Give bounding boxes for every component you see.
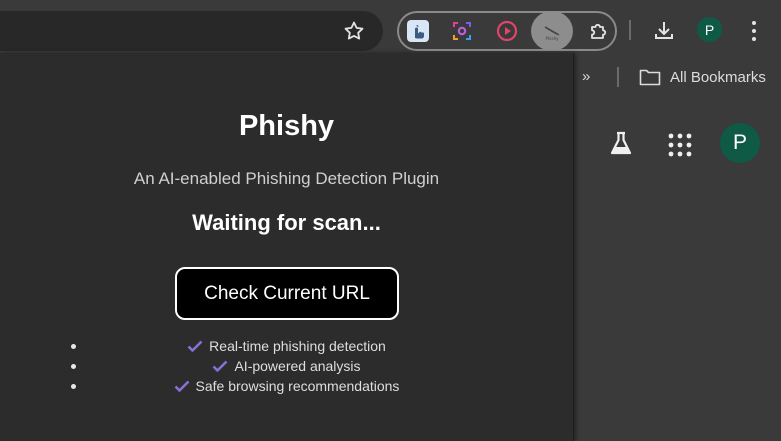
scan-status: Waiting for scan... — [192, 210, 381, 235]
bullet-icon — [71, 344, 76, 349]
google-apps-icon[interactable] — [668, 133, 692, 157]
list-item: Safe browsing recommendations — [0, 376, 573, 396]
profile-avatar[interactable]: P — [697, 17, 722, 42]
feature-list: Real-time phishing detection AI-powered … — [0, 336, 573, 396]
bullet-icon — [71, 384, 76, 389]
all-bookmarks-link[interactable]: All Bookmarks — [670, 69, 766, 86]
more-menu-icon[interactable] — [748, 20, 760, 42]
feature-label: Real-time phishing detection — [209, 338, 386, 354]
download-icon[interactable] — [651, 17, 677, 43]
checkmark-icon — [187, 340, 203, 352]
checkmark-icon — [213, 360, 228, 372]
color-picker-extension-icon[interactable] — [449, 18, 475, 44]
popup-subtitle: An AI-enabled Phishing Detection Plugin — [133, 169, 440, 188]
address-bar[interactable] — [0, 11, 383, 51]
browser-toolbar: Phishy P — [0, 0, 781, 57]
checkmark-icon — [174, 380, 189, 392]
bookmarks-separator — [617, 67, 619, 87]
bullet-icon — [71, 364, 76, 369]
bookmarks-overflow-button[interactable]: » — [582, 68, 590, 85]
popup-title: Phishy — [238, 110, 335, 142]
labs-flask-icon[interactable] — [607, 130, 635, 158]
check-current-url-button[interactable]: Check Current URL — [175, 267, 399, 320]
feature-label: Safe browsing recommendations — [195, 378, 400, 394]
folder-icon — [639, 68, 661, 86]
feature-label: AI-powered analysis — [234, 358, 361, 374]
extensions-puzzle-icon[interactable] — [586, 18, 612, 44]
record-extension-icon[interactable] — [494, 18, 520, 44]
toolbar-separator — [629, 20, 631, 40]
bookmark-star-icon[interactable] — [342, 19, 366, 43]
phishy-extension-icon[interactable]: Phishy — [531, 11, 573, 51]
list-item: Real-time phishing detection — [0, 336, 573, 356]
phishy-popup: Phishy An AI-enabled Phishing Detection … — [0, 53, 574, 441]
svg-text:Phishy: Phishy — [545, 36, 559, 41]
list-item: AI-powered analysis — [0, 356, 573, 376]
account-avatar[interactable]: P — [720, 123, 760, 163]
tap-extension-icon[interactable] — [405, 18, 431, 44]
